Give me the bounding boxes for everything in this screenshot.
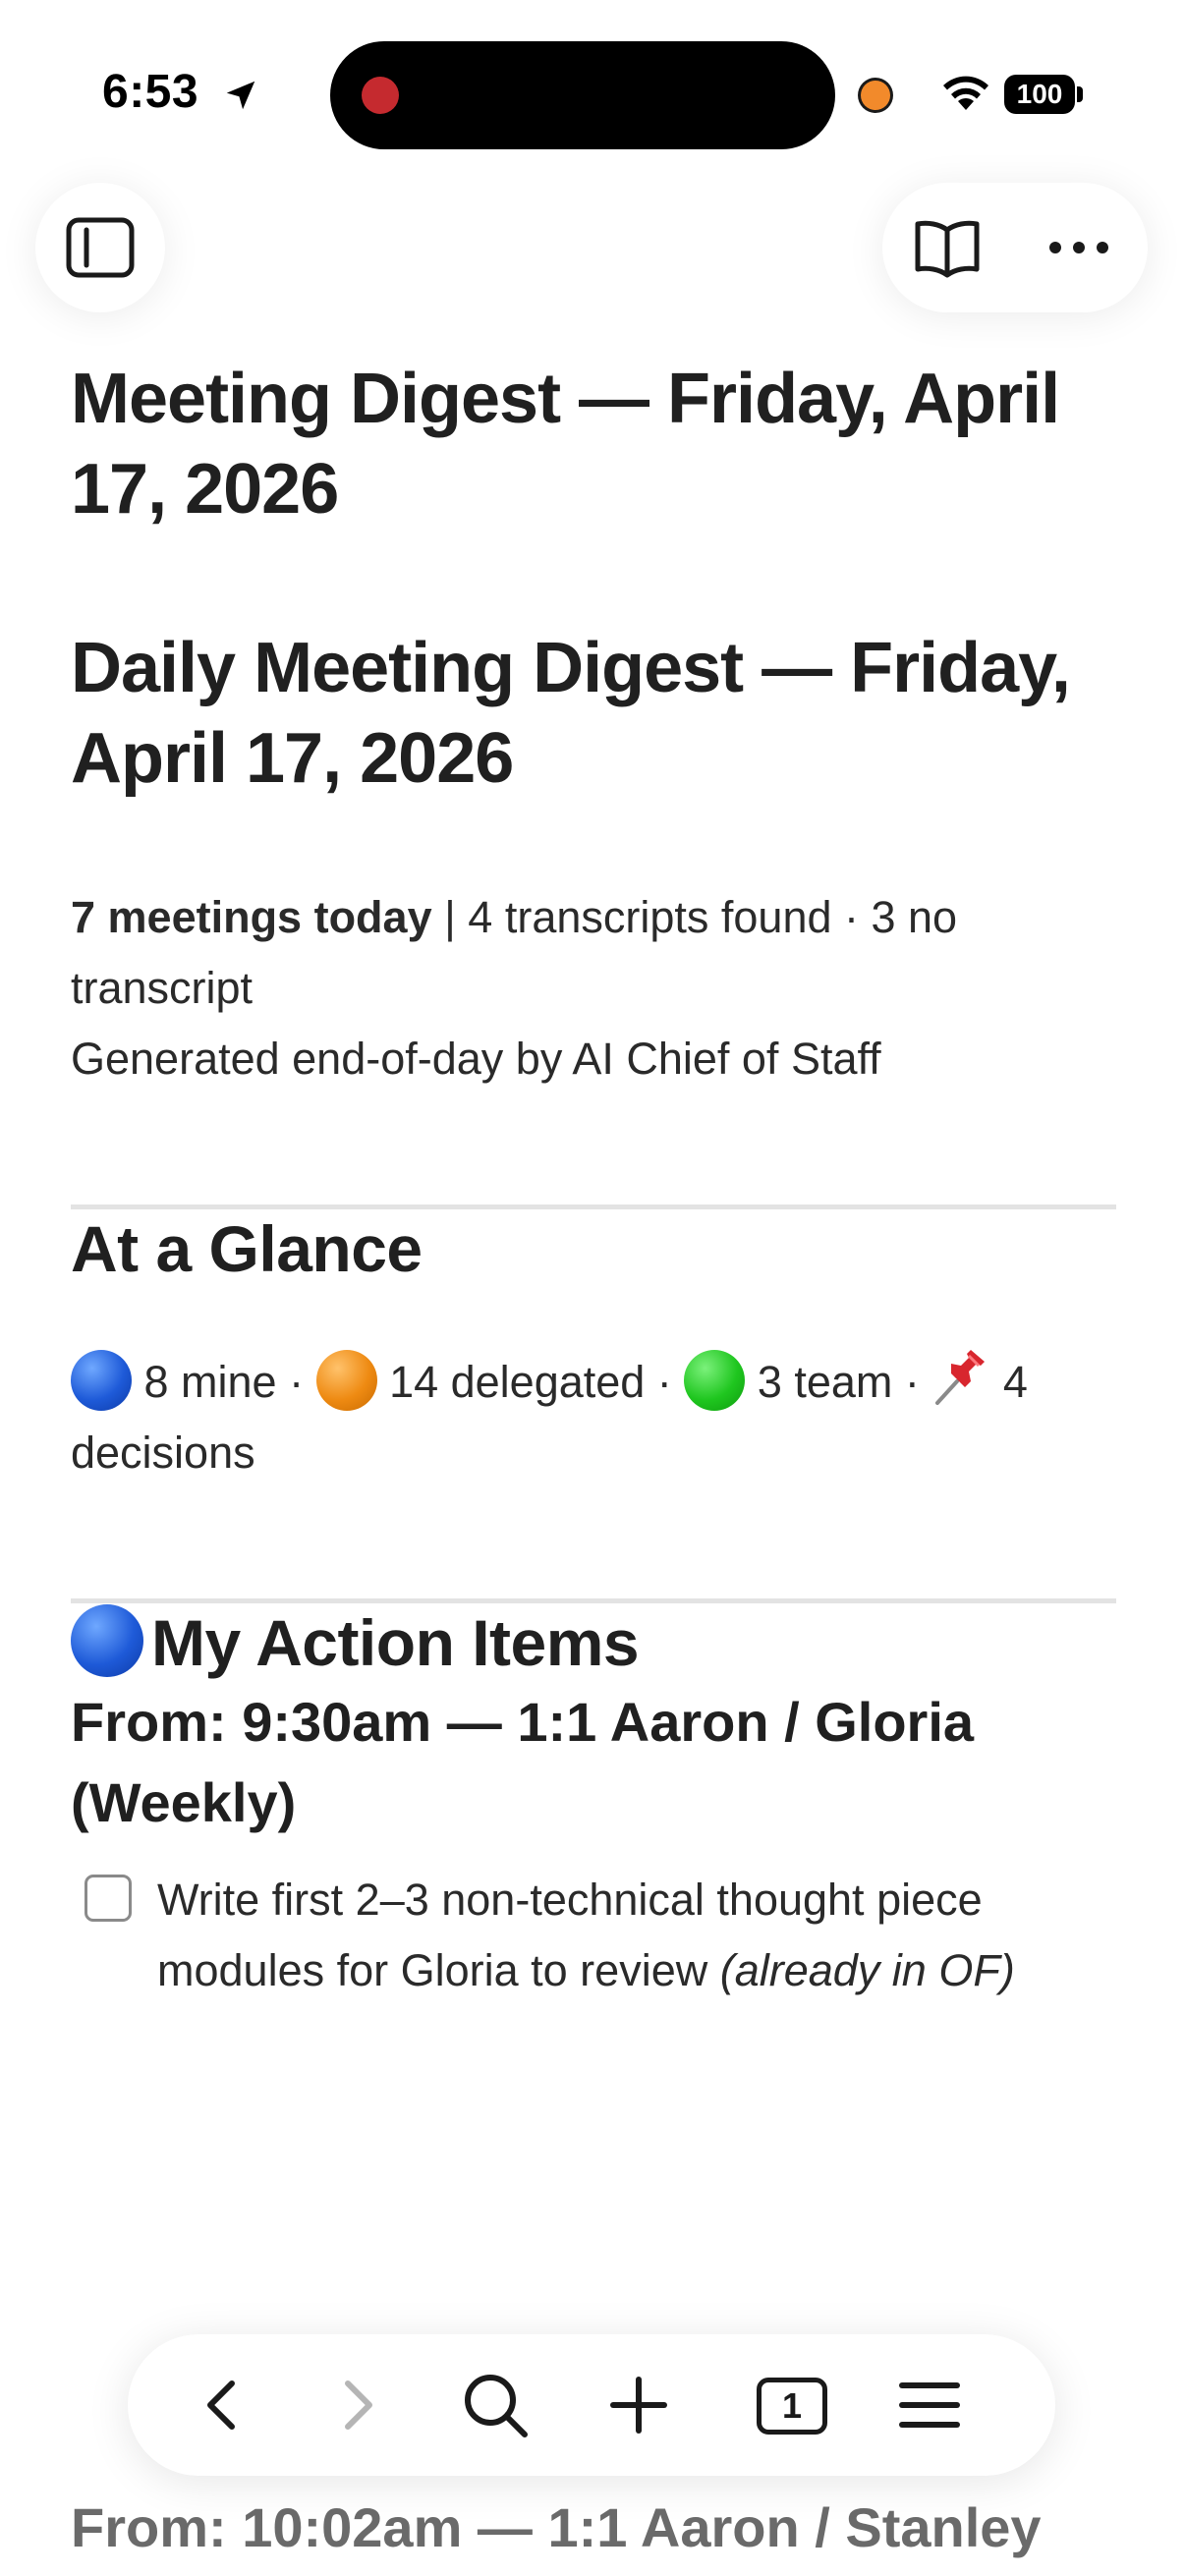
menu-icon[interactable] — [894, 2370, 965, 2440]
page-title: Meeting Digest — Friday, April 17, 2026 — [71, 360, 1060, 529]
location-arrow-icon — [226, 81, 255, 110]
tabs-button[interactable]: 1 — [747, 2370, 827, 2440]
blue-circle-icon — [71, 1350, 132, 1411]
meeting-count: 7 meetings today — [71, 892, 432, 942]
wifi-icon — [943, 76, 988, 110]
document-content: Meeting Digest — Friday, April 17, 2026 … — [71, 354, 1116, 2006]
orange-circle-icon — [315, 1350, 377, 1411]
search-icon[interactable] — [460, 2370, 531, 2440]
at-a-glance-heading: At a Glance — [71, 1212, 423, 1285]
digest-heading: Daily Meeting Digest — Friday, April 17,… — [71, 629, 1071, 798]
generated-by: Generated end-of-day by AI Chief of Staf… — [71, 1034, 881, 1084]
chevron-right-icon[interactable] — [320, 2370, 391, 2440]
plus-icon[interactable] — [603, 2370, 674, 2440]
pushpin-icon — [935, 1350, 986, 1405]
tabs-icon: 1 — [757, 2378, 827, 2435]
at-a-glance-summary: 8 mine · 14 delegated · 3 team · 4 decis… — [71, 1347, 1116, 1488]
blue-circle-icon — [71, 1604, 143, 1677]
meeting-source-heading: From: 10:02am — 1:1 Aaron / Stanley — [71, 2496, 1042, 2558]
dynamic-island — [330, 41, 835, 149]
task-checkbox[interactable] — [85, 1875, 132, 1922]
battery-level: 100 — [1004, 75, 1075, 114]
battery-indicator: 100 — [1004, 75, 1083, 114]
battery-tip — [1077, 86, 1083, 102]
action-item: Write first 2–3 non-technical thought pi… — [71, 1865, 1116, 2006]
team-count: 3 team · — [745, 1357, 932, 1407]
chevron-left-icon[interactable] — [189, 2370, 259, 2440]
meeting-source-heading: From: 9:30am — 1:1 Aaron / Gloria (Weekl… — [71, 1691, 975, 1833]
sidebar-button[interactable] — [35, 183, 165, 312]
mine-count: 8 mine · — [132, 1357, 316, 1407]
book-open-icon[interactable] — [912, 216, 983, 279]
page-actions-pill — [882, 183, 1148, 312]
task-note: (already in OF) — [719, 1945, 1015, 1995]
status-time: 6:53 — [102, 66, 199, 118]
digest-summary: 7 meetings today | 4 transcripts found ·… — [71, 882, 1116, 1094]
my-action-items-heading: My Action Items — [71, 1603, 1116, 1682]
browser-toolbar: 1 — [128, 2334, 1055, 2476]
green-circle-icon — [684, 1350, 746, 1411]
sidebar-icon — [66, 217, 135, 278]
delegated-count: 14 delegated · — [376, 1357, 685, 1407]
microphone-indicator-icon — [861, 81, 890, 110]
status-bar: 6:53 100 — [0, 0, 1185, 187]
my-action-items-label: My Action Items — [151, 1606, 640, 1679]
ellipsis-icon[interactable] — [1047, 234, 1110, 261]
recording-indicator-icon — [362, 77, 399, 114]
